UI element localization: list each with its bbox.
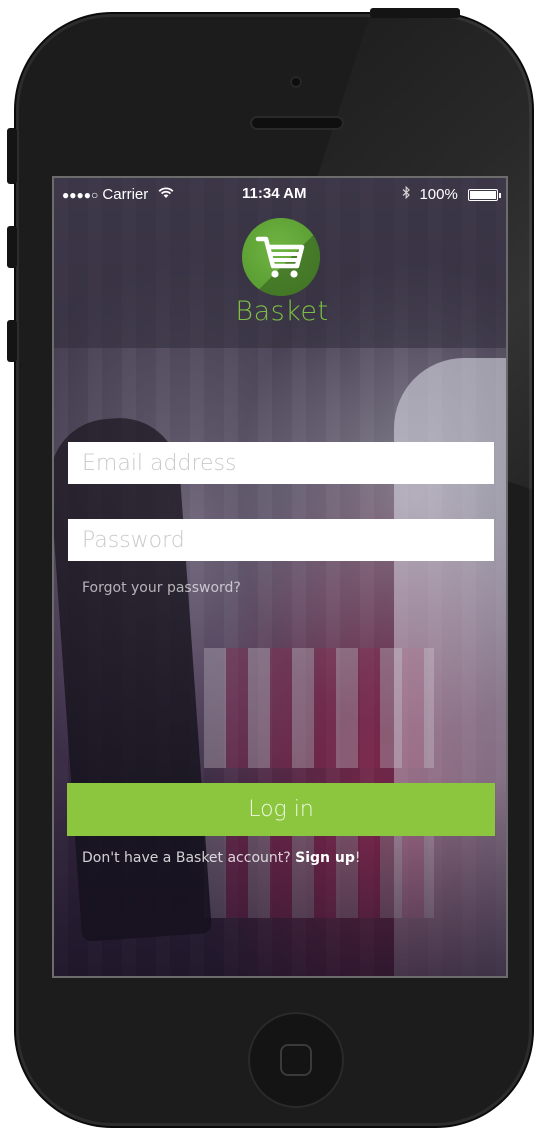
login-button[interactable]: Log in — [67, 783, 495, 836]
signal-strength: ●●●●○ — [62, 188, 99, 202]
password-field[interactable] — [68, 519, 494, 561]
shopping-cart-icon — [255, 236, 305, 278]
app-logo — [242, 218, 320, 296]
power-button[interactable] — [370, 8, 460, 18]
app-name: Basket — [235, 296, 329, 327]
password-input[interactable] — [82, 527, 480, 553]
earpiece-speaker — [250, 116, 344, 130]
battery-percent: 100% — [419, 186, 458, 203]
signup-prompt: Don't have a Basket account? Sign up! — [82, 850, 361, 866]
carrier-group: ●●●●○ Carrier — [62, 186, 174, 203]
email-input[interactable] — [82, 450, 480, 476]
signup-prompt-text: Don't have a Basket account? — [82, 850, 296, 866]
signup-suffix: ! — [354, 850, 361, 866]
email-field[interactable] — [68, 442, 494, 484]
battery-icon — [468, 189, 501, 202]
volume-down-button[interactable] — [7, 320, 17, 362]
forgot-password-link[interactable]: Forgot your password? — [82, 580, 241, 596]
carrier-name: Carrier — [102, 186, 149, 203]
signup-link[interactable]: Sign up — [295, 850, 355, 866]
volume-up-button[interactable] — [7, 226, 17, 268]
home-button-icon — [280, 1044, 312, 1076]
wifi-icon — [158, 186, 174, 203]
status-bar: ●●●●○ Carrier 11:34 AM 100% — [54, 178, 506, 212]
battery-group: 100% — [402, 185, 501, 203]
clock: 11:34 AM — [242, 185, 307, 202]
silent-switch[interactable] — [7, 128, 17, 184]
screen: ●●●●○ Carrier 11:34 AM 100% Basket Email… — [52, 176, 508, 978]
front-camera — [290, 76, 302, 88]
bluetooth-icon — [402, 185, 415, 203]
